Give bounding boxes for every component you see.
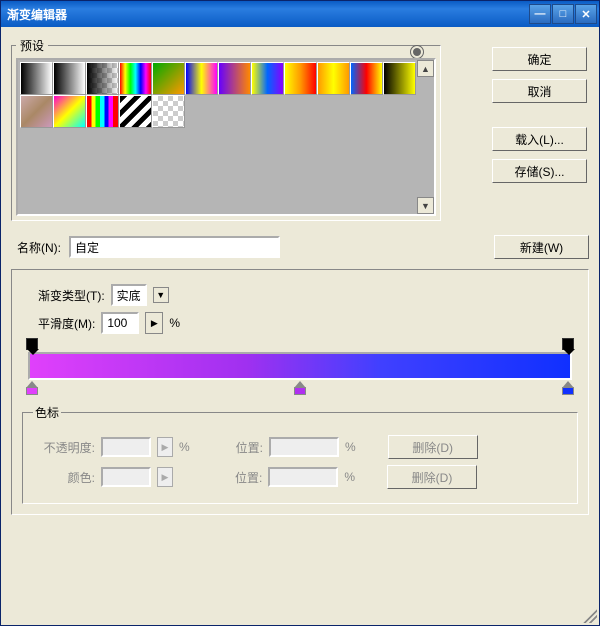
smoothness-input[interactable]: 100: [101, 312, 139, 334]
gradient-editor-window: 渐变编辑器 — □ ✕ 确定 取消 载入(L)... 存储(S)... 预设: [0, 0, 600, 626]
resize-handle[interactable]: [583, 609, 597, 623]
minimize-button[interactable]: —: [529, 4, 551, 24]
gradient-bar[interactable]: [28, 352, 572, 380]
gradient-section: 渐变类型(T): 实底 ▼ 平滑度(M): 100 ▶ %: [11, 269, 589, 515]
position-label-1: 位置:: [236, 439, 263, 456]
color-stop-right[interactable]: [562, 381, 574, 395]
save-button[interactable]: 存储(S)...: [492, 159, 587, 183]
swatch-grid: [18, 60, 420, 130]
gradient-type-label: 渐变类型(T):: [38, 287, 105, 304]
close-button[interactable]: ✕: [575, 4, 597, 24]
name-input[interactable]: [69, 236, 280, 258]
opacity-input: [101, 437, 151, 457]
scroll-down-button[interactable]: ▼: [417, 197, 434, 214]
preset-swatch[interactable]: [20, 95, 53, 128]
delete-color-stop-button: 删除(D): [387, 465, 477, 489]
cancel-button[interactable]: 取消: [492, 79, 587, 103]
gradient-bar-wrap: [28, 352, 572, 380]
smoothness-label: 平滑度(M):: [38, 315, 95, 332]
position-unit-2: %: [344, 470, 355, 484]
preset-swatch[interactable]: [383, 62, 416, 95]
position-unit-1: %: [345, 440, 356, 454]
smoothness-unit: %: [169, 316, 180, 330]
opacity-unit: %: [179, 440, 190, 454]
gradient-type-value: 实底: [117, 287, 141, 304]
color-stop-left[interactable]: [26, 381, 38, 395]
preset-viewport: ▲ ▼: [16, 58, 436, 216]
opacity-stop-left[interactable]: [26, 338, 38, 350]
preset-swatch[interactable]: [119, 62, 152, 95]
color-stepper: ▶: [157, 467, 173, 487]
dropdown-arrow-icon[interactable]: ▼: [153, 287, 169, 303]
opacity-label: 不透明度:: [33, 439, 95, 456]
gradient-type-dropdown[interactable]: 实底: [111, 284, 147, 306]
preset-swatch[interactable]: [86, 95, 119, 128]
content: 确定 取消 载入(L)... 存储(S)... 预设: [1, 27, 599, 625]
stops-legend: 色标: [33, 404, 61, 421]
side-buttons: 确定 取消 载入(L)... 存储(S)...: [492, 47, 587, 183]
opacity-position-input: [269, 437, 339, 457]
name-label: 名称(N):: [17, 239, 61, 256]
stops-fieldset: 色标 不透明度: ▶ % 位置: % 删除(D) 颜色: ▶: [22, 404, 578, 504]
preset-swatch[interactable]: [284, 62, 317, 95]
load-button[interactable]: 载入(L)...: [492, 127, 587, 151]
delete-opacity-stop-button: 删除(D): [388, 435, 478, 459]
preset-swatch[interactable]: [152, 62, 185, 95]
position-label-2: 位置:: [235, 469, 262, 486]
titlebar[interactable]: 渐变编辑器 — □ ✕: [1, 1, 599, 27]
preset-swatch[interactable]: [53, 62, 86, 95]
preset-swatch[interactable]: [317, 62, 350, 95]
smoothness-stepper[interactable]: ▶: [145, 312, 163, 334]
window-controls: — □ ✕: [528, 4, 597, 24]
preset-swatch[interactable]: [86, 62, 119, 95]
color-label: 颜色:: [33, 469, 95, 486]
preset-swatch[interactable]: [119, 95, 152, 128]
preset-fieldset: 预设: [11, 37, 441, 221]
color-position-input: [268, 467, 338, 487]
ok-button[interactable]: 确定: [492, 47, 587, 71]
menu-icon: [410, 45, 424, 59]
scroll-up-button[interactable]: ▲: [417, 60, 434, 77]
color-swatch-input: [101, 467, 151, 487]
preset-swatch[interactable]: [218, 62, 251, 95]
maximize-button[interactable]: □: [552, 4, 574, 24]
name-row: 名称(N): 新建(W): [17, 235, 589, 259]
preset-swatch[interactable]: [185, 62, 218, 95]
opacity-stop-right[interactable]: [562, 338, 574, 350]
opacity-stepper: ▶: [157, 437, 173, 457]
preset-swatch[interactable]: [152, 95, 185, 128]
preset-swatch[interactable]: [20, 62, 53, 95]
preset-swatch[interactable]: [53, 95, 86, 128]
new-button[interactable]: 新建(W): [494, 235, 589, 259]
window-title: 渐变编辑器: [7, 6, 528, 23]
color-stop-middle[interactable]: [294, 381, 306, 395]
preset-swatch[interactable]: [251, 62, 284, 95]
preset-swatch[interactable]: [350, 62, 383, 95]
preset-legend: 预设: [16, 37, 48, 54]
